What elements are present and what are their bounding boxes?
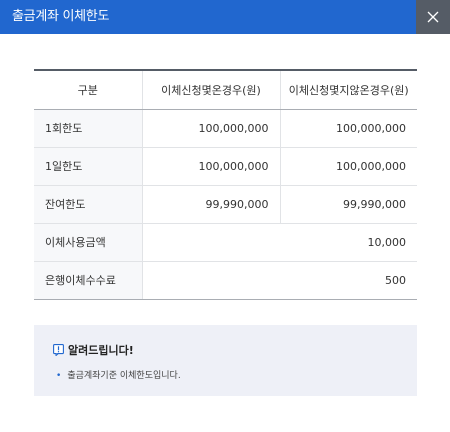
table-row: 은행이체수수료 500 <box>34 261 417 300</box>
row-label: 은행이체수수료 <box>34 261 142 300</box>
notice-item: • 출금계좌기준 이체한도입니다. <box>56 369 181 383</box>
signed-value: 100,000,000 <box>141 147 280 186</box>
unsigned-value: 99,990,000 <box>279 185 417 224</box>
row-label: 1일한도 <box>34 147 142 186</box>
close-icon <box>427 11 439 23</box>
transfer-limit-dialog: 출금계좌 이체한도 구분 이체신청몇온경우(원) 이체신청몇지않온경우(원) 1… <box>0 0 450 432</box>
unsigned-value: 100,000,000 <box>279 109 417 148</box>
table-row: 1회한도 100,000,000 100,000,000 <box>34 109 417 148</box>
merged-value: 500 <box>141 261 417 300</box>
unsigned-value: 100,000,000 <box>279 147 417 186</box>
table-row: 잔여한도 99,990,000 99,990,000 <box>34 185 417 224</box>
row-label: 잔여한도 <box>34 185 142 224</box>
merged-value: 10,000 <box>141 223 417 262</box>
table-row: 이체사용금액 10,000 <box>34 223 417 262</box>
signed-value: 99,990,000 <box>141 185 280 224</box>
signed-value: 100,000,000 <box>141 109 280 148</box>
table-row: 1일한도 100,000,000 100,000,000 <box>34 147 417 186</box>
column-header-unsigned: 이체신청몇지않온경우(원) <box>279 69 417 110</box>
notice-item-text: 출금계좌기준 이체한도입니다. <box>67 371 181 381</box>
row-label: 1회한도 <box>34 109 142 148</box>
dialog-title: 출금계좌 이체한도 <box>12 9 110 24</box>
notice-title: 알려드립니다! <box>53 343 134 359</box>
column-header-category: 구분 <box>34 69 142 110</box>
table-header-row: 구분 이체신청몇온경우(원) 이체신청몇지않온경우(원) <box>34 69 417 110</box>
row-label: 이체사용금액 <box>34 223 142 262</box>
close-button[interactable] <box>416 0 450 34</box>
dialog-header: 출금계좌 이체한도 <box>0 0 450 34</box>
notice-box: 알려드립니다! • 출금계좌기준 이체한도입니다. <box>34 325 417 396</box>
alert-icon <box>53 344 64 356</box>
limit-table: 구분 이체신청몇온경우(원) 이체신청몇지않온경우(원) 1회한도 100,00… <box>34 69 417 300</box>
bullet-icon: • <box>56 371 62 381</box>
notice-title-text: 알려드립니다! <box>68 344 134 357</box>
column-header-signed: 이체신청몇온경우(원) <box>141 69 280 110</box>
